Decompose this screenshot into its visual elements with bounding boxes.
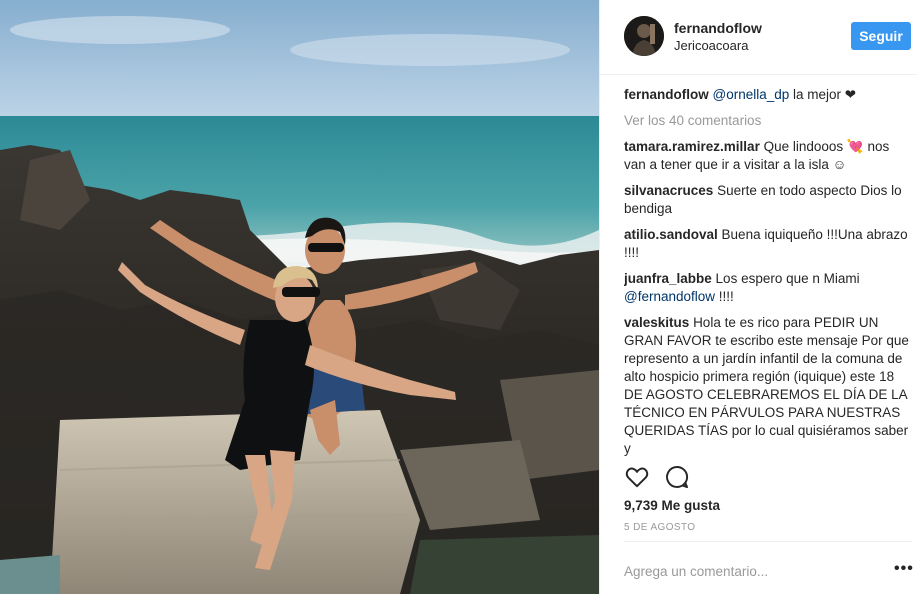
post-photo[interactable] — [0, 0, 599, 594]
speech-bubble-icon[interactable] — [664, 464, 690, 490]
comment-item: tamara.ramirez.millar Que lindooos 💘 nos… — [624, 138, 912, 174]
comment-mention[interactable]: @fernandoflow — [624, 289, 715, 304]
comments-list[interactable]: fernandoflow @ornella_dp la mejor ❤ Ver … — [624, 86, 912, 458]
comment-text: Los espero que n Miami — [715, 271, 860, 286]
post-date[interactable]: 5 DE AGOSTO — [624, 522, 695, 533]
comment-item: atilio.sandoval Buena iquiqueño !!!Una a… — [624, 226, 912, 262]
caption: fernandoflow @ornella_dp la mejor ❤ — [624, 86, 912, 104]
comment-username[interactable]: juanfra_labbe — [624, 271, 712, 286]
heart-outline-icon[interactable] — [624, 464, 650, 490]
post-location[interactable]: Jericoacoara — [674, 38, 748, 53]
caption-text: la mejor ❤ — [789, 87, 857, 102]
post-header: fernandoflow Jericoacoara Seguir — [600, 0, 917, 75]
comment-username[interactable]: tamara.ramirez.millar — [624, 139, 760, 154]
comment-username[interactable]: atilio.sandoval — [624, 227, 718, 242]
divider — [624, 541, 912, 542]
post-side-panel: fernandoflow Jericoacoara Seguir fernand… — [599, 0, 917, 594]
avatar[interactable] — [624, 16, 664, 56]
comment-username[interactable]: silvanacruces — [624, 183, 713, 198]
caption-mention[interactable]: @ornella_dp — [713, 87, 790, 102]
comment-text-tail: !!!! — [715, 289, 734, 304]
follow-button[interactable]: Seguir — [851, 22, 911, 50]
comment-text: Hola te es rico para PEDIR UN GRAN FAVOR… — [624, 315, 909, 456]
view-all-comments-link[interactable]: Ver los 40 comentarios — [624, 112, 912, 130]
post-author-username[interactable]: fernandoflow — [674, 20, 762, 36]
beach-photo-image — [0, 0, 599, 594]
comment-item: juanfra_labbe Los espero que n Miami @fe… — [624, 270, 912, 306]
caption-username[interactable]: fernandoflow — [624, 87, 709, 102]
comment-username[interactable]: valeskitus — [624, 315, 689, 330]
comment-item: valeskitus Hola te es rico para PEDIR UN… — [624, 314, 912, 458]
avatar-image — [624, 16, 664, 56]
post-actions — [624, 464, 912, 494]
comment-item: silvanacruces Suerte en todo aspecto Dio… — [624, 182, 912, 218]
likes-count[interactable]: 9,739 Me gusta — [624, 498, 720, 513]
add-comment-input[interactable] — [624, 561, 874, 581]
ellipsis-icon[interactable]: ••• — [894, 561, 914, 577]
